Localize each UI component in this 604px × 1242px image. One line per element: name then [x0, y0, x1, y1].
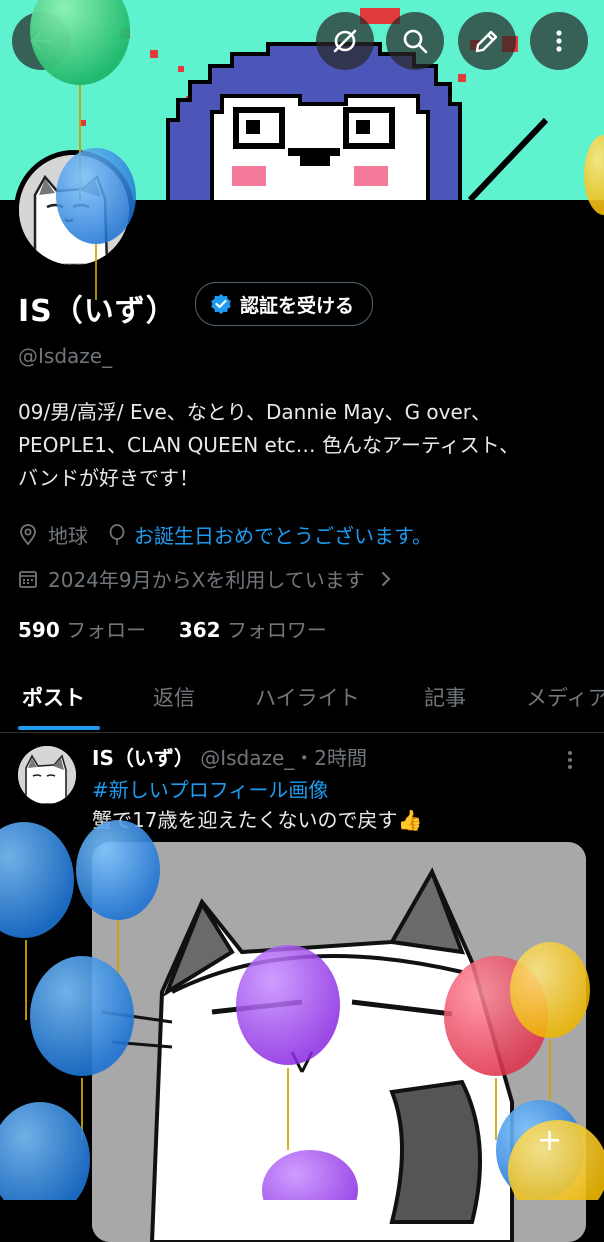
- more-vertical-icon: [556, 30, 562, 52]
- joined-row[interactable]: 2024年9月からXを利用しています: [18, 564, 393, 593]
- location-pin-icon: [20, 523, 36, 545]
- cat-drawing-image: [92, 842, 586, 1242]
- search-icon: [403, 29, 428, 54]
- following-link[interactable]: 590 フォロー: [18, 618, 146, 642]
- back-arrow-icon: [30, 31, 52, 51]
- post-avatar[interactable]: [18, 746, 76, 804]
- post-author-name[interactable]: IS（いず）: [92, 746, 194, 770]
- get-verified-label: 認証を受ける: [240, 294, 355, 317]
- verified-badge-icon: [211, 294, 231, 314]
- more-button[interactable]: [530, 12, 588, 70]
- profile-avatar[interactable]: [14, 150, 134, 270]
- followers-link[interactable]: 362 フォロワー: [179, 618, 327, 642]
- grok-icon: [333, 29, 357, 53]
- tab-posts[interactable]: ポスト: [22, 682, 85, 712]
- tab-highlights[interactable]: ハイライト: [255, 682, 360, 712]
- post-text: 蟹で17歳を迎えたくないので戻す👍: [92, 808, 423, 832]
- location-text: 地球: [48, 524, 88, 548]
- bio-line: PEOPLE1、CLAN QUEEN etc… 色んなアーティスト、: [18, 433, 520, 457]
- active-tab-indicator: [18, 726, 100, 730]
- profile-name: IS（いず）: [18, 294, 177, 329]
- joined-text: 2024年9月からXを利用しています: [48, 568, 365, 592]
- profile-handle: @Isdaze_: [18, 344, 113, 368]
- search-button[interactable]: [386, 12, 444, 70]
- bio-line: 09/男/高浮/ Eve、なとり、Dannie May、G over、: [18, 400, 492, 424]
- birthday-link[interactable]: お誕生日おめでとうございます。: [134, 520, 432, 549]
- edit-icon: [475, 30, 498, 53]
- profile-tabs: ポスト 返信 ハイライト 記事 メディア: [0, 664, 604, 733]
- post-more-button[interactable]: [562, 748, 578, 776]
- profile-bio: 09/男/高浮/ Eve、なとり、Dannie May、G over、 PEOP…: [18, 396, 588, 495]
- bio-line: バンドが好きです！: [18, 466, 199, 490]
- following-count: 590: [18, 618, 60, 642]
- cat-avatar-image: [19, 155, 129, 265]
- post-header: IS（いず） @Isdaze_・2時間: [92, 742, 367, 771]
- follow-stats: 590 フォロー 362 フォロワー: [18, 614, 327, 643]
- post-hashtag[interactable]: #新しいプロフィール画像: [92, 774, 328, 803]
- tab-replies[interactable]: 返信: [153, 682, 195, 712]
- tab-media[interactable]: メディア: [526, 682, 604, 712]
- post-time: ・2時間: [294, 746, 368, 770]
- balloon-icon: [0, 1102, 90, 1200]
- edit-button[interactable]: [458, 12, 516, 70]
- calendar-icon: [19, 570, 37, 588]
- get-verified-button[interactable]: 認証を受ける: [195, 282, 374, 326]
- chevron-right-icon: [381, 571, 391, 586]
- followers-label: フォロワー: [226, 618, 327, 642]
- back-button[interactable]: [12, 12, 70, 70]
- profile-meta-row: 地球 お誕生日おめでとうございます。: [18, 520, 432, 549]
- balloon-icon: [109, 523, 125, 545]
- cat-avatar-image: [18, 746, 76, 804]
- balloon-icon: [0, 822, 74, 1020]
- grok-button[interactable]: [316, 12, 374, 70]
- following-label: フォロー: [66, 618, 147, 642]
- tab-articles[interactable]: 記事: [424, 682, 466, 712]
- more-vertical-icon: [568, 751, 572, 769]
- post-author-handle: @Isdaze_: [200, 746, 295, 770]
- followers-count: 362: [178, 618, 221, 642]
- post-image[interactable]: [92, 842, 586, 1242]
